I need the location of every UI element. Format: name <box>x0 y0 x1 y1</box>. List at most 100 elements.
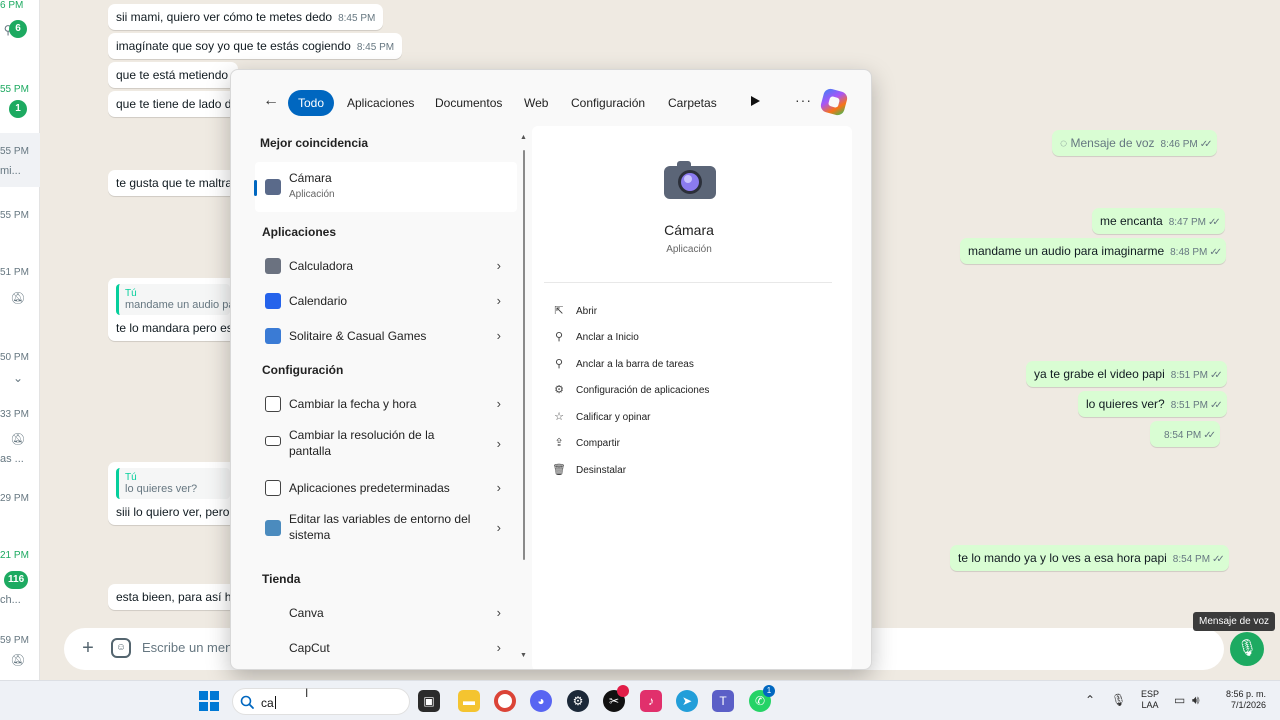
telegram-icon[interactable]: ➤ <box>676 690 698 712</box>
chevron-right-icon[interactable]: › <box>497 293 501 308</box>
more-options-icon[interactable]: ··· <box>795 92 812 108</box>
steam-icon[interactable]: ⚙ <box>567 690 589 712</box>
clock-settings-icon <box>265 396 281 412</box>
chevron-right-icon[interactable]: › <box>497 258 501 273</box>
back-arrow-icon[interactable]: ← <box>261 92 281 110</box>
filter-carpetas[interactable]: Carpetas <box>660 90 725 116</box>
action-configuracion-apps[interactable]: ⚙ Configuración de aplicaciones <box>552 383 709 403</box>
sticker-icon[interactable]: ☺ <box>111 638 131 658</box>
calendar-icon <box>265 293 281 309</box>
chevron-right-icon[interactable]: › <box>497 605 501 620</box>
message-text: que te tiene de lado d <box>116 97 232 111</box>
result-solitaire[interactable]: Solitaire & Casual Games › <box>255 320 517 352</box>
copilot-icon[interactable] <box>819 87 849 117</box>
result-canva[interactable]: Canva › <box>255 597 517 629</box>
whatsapp-icon[interactable]: ✆ 1 <box>749 685 775 712</box>
chat-time: 21 PM <box>0 550 29 561</box>
quoted-message[interactable]: Tú lo quieres ver? <box>116 468 230 499</box>
microphone-button[interactable]: 🎙︎ <box>1230 632 1264 666</box>
chat-time: 33 PM <box>0 409 29 420</box>
filter-configuracion[interactable]: Configuración <box>563 90 653 116</box>
quote-author: Tú <box>125 288 137 299</box>
message-time: 8:51 PM <box>1170 400 1208 411</box>
file-explorer-icon[interactable]: ▬ <box>458 690 480 712</box>
message-text: te gusta que te maltra <box>116 176 233 190</box>
section-best-match: Mejor coincidencia <box>260 136 369 150</box>
search-icon <box>240 695 254 709</box>
chrome-icon[interactable] <box>494 690 516 712</box>
scroll-up-icon[interactable]: ▲ <box>520 134 527 141</box>
double-check-icon: ✓✓ <box>1210 370 1223 381</box>
task-view-icon[interactable]: ▣ <box>418 690 440 712</box>
more-filters-arrow-icon[interactable] <box>751 96 760 106</box>
network-icon[interactable]: ▭ <box>1174 693 1185 707</box>
scroll-thumb[interactable] <box>523 150 525 560</box>
selection-indicator <box>254 180 257 196</box>
outgoing-message: ya te grabe el video papi 8:51 PM ✓✓ <box>1026 361 1227 387</box>
discord-icon[interactable]: ◕ <box>530 690 552 712</box>
chevron-right-icon[interactable]: › <box>497 640 501 655</box>
scroll-down-icon[interactable]: ▼ <box>520 652 527 659</box>
chevron-right-icon[interactable]: › <box>497 396 501 411</box>
filter-aplicaciones[interactable]: Aplicaciones <box>339 90 422 116</box>
mute-icon: 🔕︎ <box>10 432 26 446</box>
windows-start-button[interactable] <box>199 691 219 711</box>
result-capcut[interactable]: CapCut › <box>255 632 517 664</box>
chevron-right-icon[interactable]: › <box>497 328 501 343</box>
chevron-right-icon[interactable]: › <box>497 436 501 451</box>
message-time: 8:54 PM <box>1172 554 1211 565</box>
outgoing-voice-message[interactable]: ◌ Mensaje de voz 8:46 PM ✓✓ <box>1052 130 1217 156</box>
message-text: lo quieres ver? <box>1086 397 1165 411</box>
taskbar-search-box[interactable]: ca <box>232 688 410 715</box>
results-scrollbar[interactable]: ▲ ▼ <box>520 134 527 664</box>
mute-icon: 🔕︎ <box>10 291 26 305</box>
open-icon: ⇱ <box>554 305 564 317</box>
attach-plus-button[interactable]: + <box>78 638 98 658</box>
chevron-right-icon[interactable]: › <box>497 480 501 495</box>
search-query: ca <box>261 696 274 710</box>
capcut-icon[interactable]: ✂ <box>603 685 629 712</box>
action-abrir[interactable]: ⇱ Abrir <box>552 304 597 324</box>
result-resolucion[interactable]: Cambiar la resolución de la pantalla › <box>255 422 517 466</box>
filter-web[interactable]: Web <box>516 90 556 116</box>
quote-text: mandame un audio pa <box>125 299 235 311</box>
action-compartir[interactable]: ⇪ Compartir <box>552 436 620 456</box>
filter-todo[interactable]: Todo <box>288 90 335 116</box>
chat-time: 51 PM <box>0 267 29 278</box>
calculator-icon <box>265 258 281 274</box>
language-code: ESP <box>1141 689 1160 699</box>
quoted-message[interactable]: Tú mandame un audio pa <box>116 284 234 315</box>
action-calificar[interactable]: ☆ Calificar y opinar <box>552 410 650 430</box>
best-match-camera[interactable]: Cámara Aplicación <box>255 162 517 212</box>
chevron-down-icon[interactable]: ⌄ <box>10 370 26 386</box>
result-variables-entorno[interactable]: Editar las variables de entorno del sist… <box>255 506 517 550</box>
unread-badge: 116 <box>4 571 29 589</box>
system-clock[interactable]: 8:56 p. m. 7/1/2026 <box>1214 689 1266 711</box>
action-desinstalar[interactable]: 🗑︎ Desinstalar <box>552 463 626 483</box>
double-check-icon: ✓✓ <box>1203 430 1216 441</box>
section-settings: Configuración <box>262 363 344 377</box>
action-anclar-barra[interactable]: ⚲ Anclar a la barra de tareas <box>552 357 694 377</box>
result-name: Canva <box>289 606 324 620</box>
chevron-right-icon[interactable]: › <box>497 520 501 535</box>
action-anclar-inicio[interactable]: ⚲ Anclar a Inicio <box>552 330 639 350</box>
tiktok-icon[interactable]: ♪ <box>640 690 662 712</box>
teams-icon[interactable]: T <box>712 690 734 712</box>
search-input[interactable]: ca <box>261 696 276 710</box>
message-text: imagínate que soy yo que te estás cogien… <box>116 39 351 53</box>
chevron-up-icon[interactable]: ⌃ <box>1085 693 1095 707</box>
filter-documentos[interactable]: Documentos <box>427 90 510 116</box>
incoming-message: que te tiene de lado d <box>108 91 238 117</box>
incoming-message: te gusta que te maltra <box>108 170 238 196</box>
volume-icon[interactable]: 🔊︎ <box>1192 693 1200 708</box>
microphone-tray-icon[interactable]: 🎙︎ <box>1111 693 1126 707</box>
result-calendario[interactable]: Calendario › <box>255 285 517 317</box>
result-predeterminadas[interactable]: Aplicaciones predeterminadas › <box>255 472 517 504</box>
star-icon: ☆ <box>554 411 564 423</box>
message-time: 8:46 PM <box>1160 139 1198 150</box>
result-calculadora[interactable]: Calculadora › <box>255 250 517 282</box>
result-fecha-hora[interactable]: Cambiar la fecha y hora › <box>255 388 517 420</box>
outgoing-message: te lo mando ya y lo ves a esa hora papi 8… <box>950 545 1229 571</box>
input-language-indicator[interactable]: ESP LAA <box>1141 689 1159 711</box>
voice-message-tooltip: Mensaje de voz <box>1193 612 1276 631</box>
